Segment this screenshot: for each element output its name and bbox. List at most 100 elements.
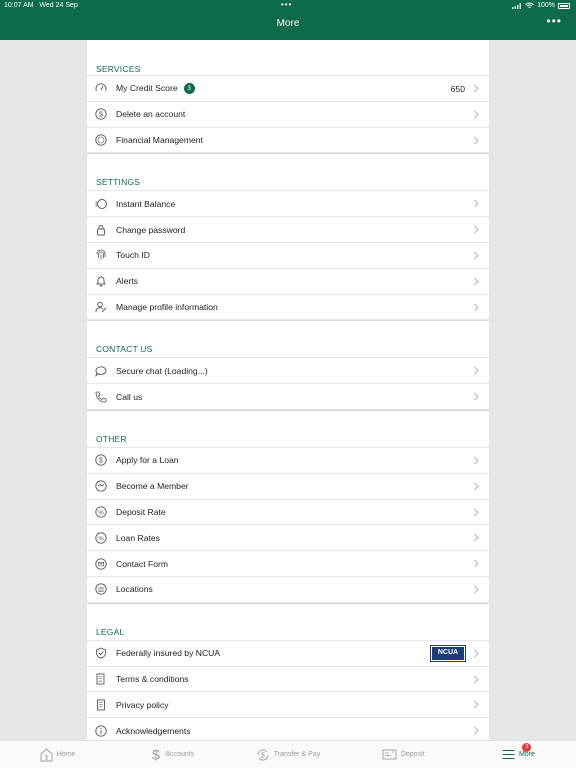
section-divider bbox=[87, 153, 489, 178]
chevron-right-icon bbox=[474, 225, 479, 234]
phone-icon bbox=[95, 391, 107, 403]
battery-percent: 100% bbox=[537, 2, 555, 9]
section-title-settings: SETTINGS bbox=[87, 177, 489, 192]
chevron-right-icon bbox=[474, 700, 479, 709]
menu-item-label: My Credit Score bbox=[116, 83, 178, 94]
menu-item-label: Deposit Rate bbox=[116, 506, 166, 517]
chevron-right-icon bbox=[474, 200, 479, 208]
percent-coin-icon: % bbox=[95, 532, 107, 544]
menu-item-change-password[interactable]: Change password bbox=[87, 217, 489, 243]
tab-accounts[interactable]: $ Accounts bbox=[115, 741, 230, 768]
section-divider bbox=[87, 320, 489, 345]
menu-item-label: Federally insured by NCUA bbox=[116, 648, 221, 659]
instant-balance-icon bbox=[95, 198, 107, 210]
menu-item-apply-loan[interactable]: $ Apply for a Loan bbox=[87, 448, 489, 474]
menu-item-label: Loan Rates bbox=[116, 532, 160, 543]
chevron-right-icon bbox=[474, 367, 479, 375]
menu-item-label: Acknowledgements bbox=[116, 725, 191, 736]
bottom-tab-bar: $ Home $ Accounts $ Transfer & Pay Depos… bbox=[0, 740, 576, 768]
svg-text:$: $ bbox=[261, 752, 265, 759]
chevron-right-icon bbox=[474, 482, 479, 491]
menu-item-contact-form[interactable]: Contact Form bbox=[87, 551, 489, 577]
menu-item-label: Locations bbox=[116, 584, 153, 595]
chevron-right-icon bbox=[474, 649, 479, 658]
dollar-coin-icon: $ bbox=[95, 454, 107, 467]
section-divider bbox=[87, 602, 489, 627]
menu-item-call-us[interactable]: Call us bbox=[87, 384, 489, 410]
signal-icon bbox=[512, 2, 522, 9]
home-icon: $ bbox=[40, 747, 53, 761]
chevron-right-icon bbox=[474, 392, 479, 401]
chevron-right-icon bbox=[474, 456, 479, 465]
user-edit-icon bbox=[95, 301, 107, 313]
svg-text:$: $ bbox=[153, 747, 161, 762]
bell-icon bbox=[95, 275, 107, 287]
menu-item-become-member[interactable]: Become a Member bbox=[87, 474, 489, 500]
chevron-right-icon bbox=[474, 251, 479, 260]
svg-text:%: % bbox=[98, 510, 104, 516]
status-bar: 10:07 AM Wed 24 Sep ••• 100% bbox=[0, 0, 576, 12]
percent-coin-icon: % bbox=[95, 506, 107, 518]
bank-building-icon bbox=[95, 583, 107, 595]
menu-item-ncua[interactable]: Federally insured by NCUA NCUA bbox=[87, 641, 489, 667]
page-title: More bbox=[276, 18, 300, 29]
tab-transfer-pay[interactable]: $ Transfer & Pay bbox=[230, 741, 345, 768]
chevron-right-icon bbox=[474, 84, 479, 93]
menu-item-manage-profile[interactable]: Manage profile information bbox=[87, 295, 489, 321]
menu-item-label: Secure chat (Loading...) bbox=[116, 365, 208, 376]
section-title-other: OTHER bbox=[87, 434, 489, 448]
menu-item-financial-management[interactable]: Financial Management bbox=[87, 128, 489, 154]
menu-item-acknowledgements[interactable]: Acknowledgements bbox=[87, 718, 489, 740]
section-title-legal: LEGAL bbox=[87, 627, 489, 641]
lock-icon bbox=[95, 224, 107, 236]
svg-text:%: % bbox=[98, 536, 104, 542]
dollar-circle-icon: $ bbox=[95, 108, 107, 120]
more-menu-list: SERVICES My Credit Score 3 650 $ Delete … bbox=[87, 40, 489, 740]
menu-item-deposit-rate[interactable]: % Deposit Rate bbox=[87, 500, 489, 526]
menu-item-label: Financial Management bbox=[116, 134, 203, 145]
menu-item-credit-score[interactable]: My Credit Score 3 650 bbox=[87, 76, 489, 102]
section-divider bbox=[87, 409, 489, 434]
tab-label: Accounts bbox=[165, 751, 195, 758]
svg-text:$: $ bbox=[99, 112, 103, 119]
shield-check-icon bbox=[95, 647, 107, 659]
info-icon bbox=[95, 724, 107, 737]
tab-home[interactable]: $ Home bbox=[0, 741, 115, 768]
menu-item-terms[interactable]: Terms & conditions bbox=[87, 667, 489, 693]
chevron-right-icon bbox=[474, 534, 479, 542]
chevron-right-icon bbox=[474, 726, 479, 735]
menu-item-instant-balance[interactable]: Instant Balance bbox=[87, 191, 489, 218]
chevron-right-icon bbox=[474, 110, 479, 119]
document-signed-icon bbox=[95, 673, 107, 685]
menu-item-label: Manage profile information bbox=[116, 301, 218, 312]
more-options-button[interactable]: ••• bbox=[546, 14, 562, 28]
menu-item-alerts[interactable]: Alerts bbox=[87, 269, 489, 295]
menu-item-label: Privacy policy bbox=[116, 699, 169, 710]
svg-text:$: $ bbox=[99, 458, 103, 465]
chevron-right-icon bbox=[474, 585, 479, 594]
hamburger-menu-icon bbox=[502, 750, 515, 759]
menu-item-locations[interactable]: Locations bbox=[87, 577, 489, 603]
chevron-right-icon bbox=[474, 136, 479, 144]
dollar-icon: $ bbox=[153, 747, 161, 762]
menu-item-label: Contact Form bbox=[116, 558, 169, 569]
multitask-dots-icon[interactable]: ••• bbox=[281, 0, 292, 9]
menu-item-touch-id[interactable]: Touch ID bbox=[87, 243, 489, 269]
battery-icon bbox=[558, 2, 570, 9]
menu-item-secure-chat[interactable]: Secure chat (Loading...) bbox=[87, 358, 489, 385]
tab-deposit[interactable]: Deposit bbox=[346, 741, 461, 768]
menu-item-delete-account[interactable]: $ Delete an account bbox=[87, 102, 489, 128]
menu-item-label: Alerts bbox=[116, 276, 138, 287]
tab-label: Home bbox=[56, 751, 76, 758]
tab-more[interactable]: More 3 bbox=[461, 741, 576, 768]
status-time: 10:07 AM Wed 24 Sep bbox=[4, 2, 78, 9]
menu-item-privacy-policy[interactable]: Privacy policy bbox=[87, 692, 489, 719]
chevron-right-icon bbox=[474, 508, 479, 516]
check-deposit-icon bbox=[382, 749, 397, 760]
menu-item-label: Delete an account bbox=[116, 109, 186, 120]
menu-item-label: Terms & conditions bbox=[116, 673, 189, 684]
handshake-icon bbox=[95, 480, 107, 492]
menu-item-label: Apply for a Loan bbox=[116, 455, 179, 466]
transfer-icon: $ bbox=[257, 749, 269, 760]
menu-item-loan-rates[interactable]: % Loan Rates bbox=[87, 525, 489, 552]
